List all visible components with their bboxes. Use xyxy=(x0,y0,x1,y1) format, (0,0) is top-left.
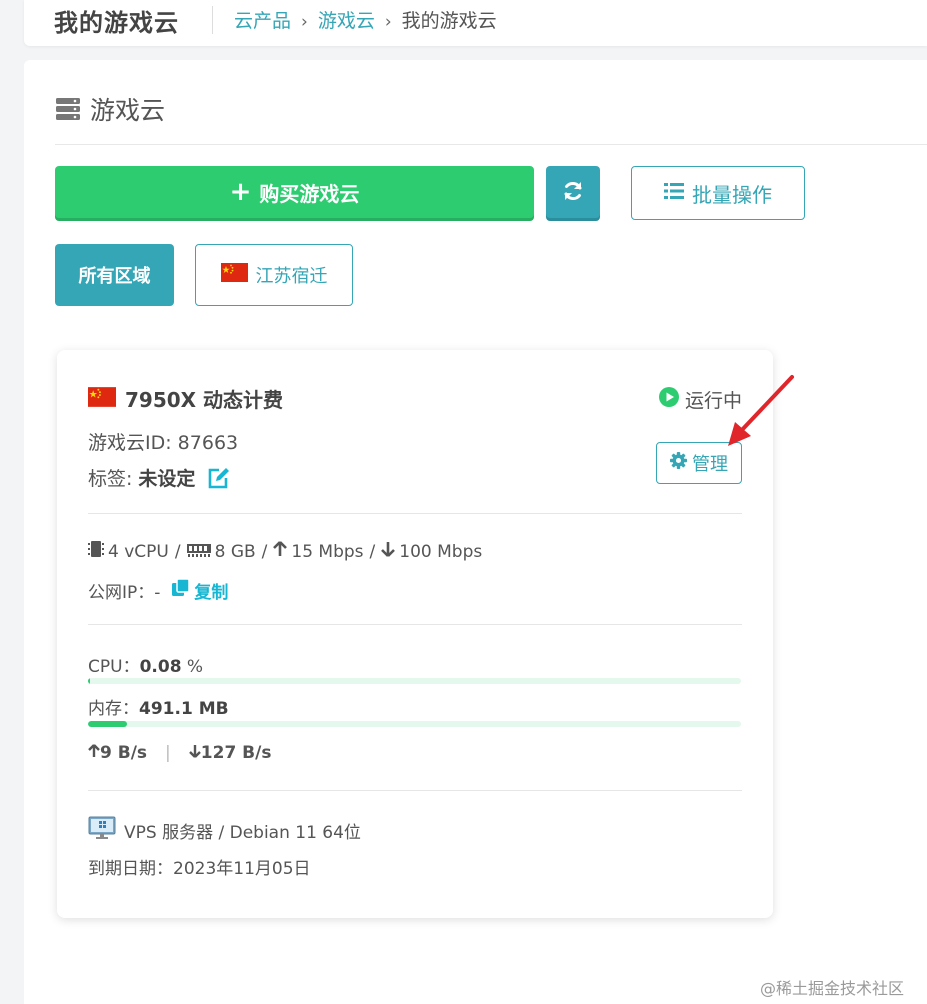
card-divider xyxy=(88,624,742,625)
memory-usage-label: 内存：491.1 MB xyxy=(88,694,229,719)
spec-separator: / xyxy=(369,541,376,562)
main-panel: 游戏云 + 购买游戏云 批量操作 所有区域 江苏宿迁 7950X 动态计费 运行… xyxy=(24,60,927,1004)
breadcrumb-current: 我的游戏云 xyxy=(401,10,497,32)
copy-ip-button[interactable]: 复制 xyxy=(172,578,228,603)
net-separator: | xyxy=(165,743,171,763)
expiry-date: 到期日期：2023年11月05日 xyxy=(88,859,311,879)
memory-usage-fill xyxy=(88,721,128,727)
cpu-usage-label: CPU：0.08 % xyxy=(88,652,203,677)
buy-game-cloud-button[interactable]: + 购买游戏云 xyxy=(55,166,534,218)
region-all-label: 所有区域 xyxy=(78,266,151,287)
card-divider xyxy=(88,513,742,514)
os-row: VPS 服务器 / Debian 11 64位 xyxy=(88,816,361,845)
server-name: 7950X 动态计费 xyxy=(125,388,284,412)
buy-button-label: 购买游戏云 xyxy=(259,181,360,206)
region-jiangsu-label: 江苏宿迁 xyxy=(255,266,328,287)
section-title: 游戏云 xyxy=(90,96,166,125)
windows-monitor-icon xyxy=(88,816,116,845)
copy-label: 复制 xyxy=(194,583,229,603)
annotation-arrow xyxy=(728,375,794,446)
arrow-up-icon xyxy=(88,743,100,763)
card-divider xyxy=(88,790,742,791)
breadcrumb-separator: › xyxy=(301,12,308,32)
top-header: 我的游戏云 云产品 › 游戏云 › 我的游戏云 xyxy=(24,0,927,46)
spec-download: 100 Mbps xyxy=(399,541,483,562)
tag-row: 标签: 未设定 xyxy=(88,464,231,491)
net-upload-rate: 9 B/s xyxy=(100,743,148,763)
batch-button-label: 批量操作 xyxy=(692,182,772,207)
server-card: 7950X 动态计费 运行中 游戏云ID: 87663 标签: 未设定 管理 4… xyxy=(57,350,773,918)
spec-row: 4 vCPU / 8 GB / 15 Mbps / 100 Mbps xyxy=(88,540,482,563)
gear-icon xyxy=(670,452,687,474)
spec-upload: 15 Mbps xyxy=(291,541,364,562)
server-icon xyxy=(55,96,81,122)
refresh-icon xyxy=(561,179,585,206)
memory-usage-value: 491.1 MB xyxy=(139,699,229,719)
cpu-usage-caption: CPU： xyxy=(88,657,140,677)
cpu-usage-value: 0.08 xyxy=(139,657,182,677)
breadcrumb-separator: › xyxy=(384,12,392,32)
cpu-usage-fill xyxy=(88,678,90,684)
watermark: @稀土掘金技术社区 xyxy=(760,979,905,998)
region-filter-jiangsu[interactable]: 江苏宿迁 xyxy=(195,244,353,306)
batch-operation-button[interactable]: 批量操作 xyxy=(631,166,805,220)
page-title: 我的游戏云 xyxy=(54,9,179,37)
network-traffic-row: 9 B/s | 127 B/s xyxy=(88,743,271,763)
tag-value: 未设定 xyxy=(138,468,196,490)
refresh-button[interactable] xyxy=(546,166,600,218)
spec-separator: / xyxy=(261,541,268,562)
tag-label: 标签: xyxy=(88,468,133,490)
memory-usage-bar xyxy=(88,721,741,727)
breadcrumb: 云产品 › 游戏云 › 我的游戏云 xyxy=(234,6,497,33)
section-header: 游戏云 xyxy=(55,92,165,126)
manage-button-label: 管理 xyxy=(692,454,728,475)
breadcrumb-game-cloud[interactable]: 游戏云 xyxy=(318,10,375,32)
title-divider xyxy=(212,6,213,34)
public-ip-label: 公网IP：- xyxy=(88,583,161,603)
net-download-rate: 127 B/s xyxy=(200,743,272,763)
server-id: 游戏云ID: 87663 xyxy=(88,432,239,454)
cpu-chip-icon xyxy=(88,540,108,563)
spec-cpu: 4 vCPU xyxy=(108,541,169,562)
cpu-usage-unit: % xyxy=(181,657,204,677)
copy-icon xyxy=(172,578,191,602)
list-icon xyxy=(664,181,684,205)
china-flag-icon xyxy=(88,386,116,411)
china-flag-icon xyxy=(220,263,248,287)
plus-icon: + xyxy=(229,177,252,207)
cpu-usage-bar xyxy=(88,678,741,684)
breadcrumb-cloud-products[interactable]: 云产品 xyxy=(234,10,291,32)
arrow-down-icon xyxy=(381,541,399,562)
edit-icon[interactable] xyxy=(207,467,231,489)
spec-ram: 8 GB xyxy=(214,541,256,562)
public-ip-row: 公网IP：- 复制 xyxy=(88,578,228,603)
section-divider xyxy=(55,144,927,145)
memory-usage-caption: 内存： xyxy=(88,699,139,719)
server-title-row: 7950X 动态计费 xyxy=(88,384,283,413)
region-filter-all[interactable]: 所有区域 xyxy=(55,244,174,306)
os-info: VPS 服务器 / Debian 11 64位 xyxy=(124,823,361,843)
arrow-down-icon xyxy=(188,743,201,763)
memory-icon xyxy=(186,542,215,562)
spec-separator: / xyxy=(174,541,181,562)
play-circle-icon xyxy=(658,387,679,412)
arrow-up-icon xyxy=(273,541,291,562)
